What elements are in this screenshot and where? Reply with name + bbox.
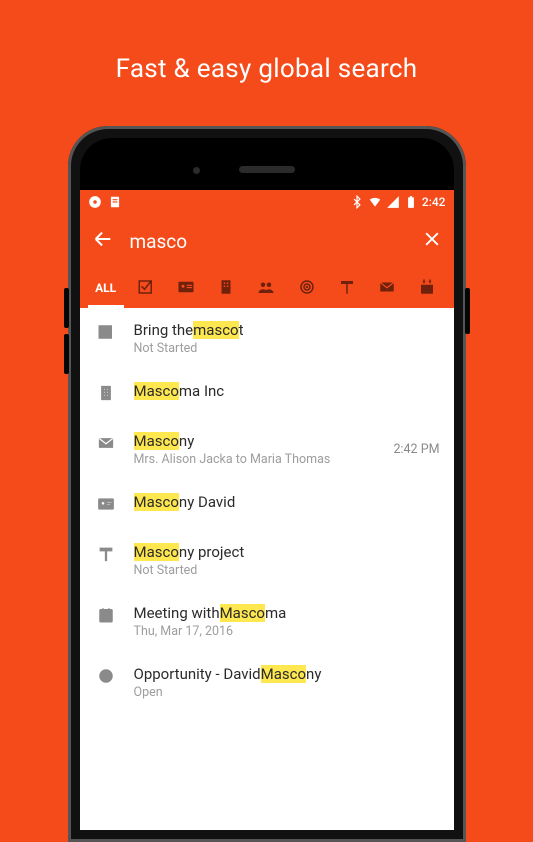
volume-down-button: [64, 334, 69, 374]
result-subtitle: Open: [134, 685, 440, 700]
phone-earpiece: [239, 166, 295, 173]
result-row[interactable]: Mascony David: [80, 480, 454, 530]
task-check-icon: [97, 323, 115, 345]
tab-calendar[interactable]: [407, 268, 447, 308]
phone-sensor: [193, 167, 200, 174]
screen: 2:42 masco ALL: [80, 190, 454, 830]
tab-accounts[interactable]: [206, 268, 246, 308]
task-check-icon: [137, 278, 155, 299]
result-title: Mascony project: [134, 543, 440, 561]
tab-tasks[interactable]: [126, 268, 166, 308]
notification-doc-icon: [108, 195, 122, 209]
tab-leads[interactable]: [246, 268, 286, 308]
target-icon: [97, 667, 115, 689]
result-row[interactable]: Opportunity - David Mascony Open: [80, 652, 454, 713]
tab-contacts[interactable]: [166, 268, 206, 308]
target-icon: [298, 278, 316, 299]
search-bar: masco: [80, 214, 454, 268]
building-icon: [97, 384, 115, 406]
mail-icon: [97, 434, 115, 456]
hammer-icon: [97, 545, 115, 567]
search-input[interactable]: masco: [130, 230, 406, 253]
people-icon: [257, 278, 275, 299]
phone-frame: 2:42 masco ALL: [68, 126, 466, 842]
notification-chat-icon: [88, 195, 102, 209]
result-subtitle: Not Started: [134, 341, 440, 356]
result-row[interactable]: Meeting with Mascoma Thu, Mar 17, 2016: [80, 591, 454, 652]
result-title: Mascony: [134, 432, 378, 450]
result-title: Mascoma Inc: [134, 382, 440, 400]
filter-tabs: ALL: [80, 268, 454, 308]
calendar-icon: [418, 278, 436, 299]
power-button: [465, 288, 470, 334]
back-button[interactable]: [92, 228, 114, 254]
tab-all-label: ALL: [95, 281, 116, 295]
result-row[interactable]: Mascony Mrs. Alison Jacka to Maria Thoma…: [80, 419, 454, 480]
status-time: 2:42: [422, 195, 446, 209]
tab-opportunities[interactable]: [287, 268, 327, 308]
result-row[interactable]: Mascoma Inc: [80, 369, 454, 419]
result-title: Meeting with Mascoma: [134, 604, 440, 622]
wifi-icon: [368, 195, 382, 209]
hero-title: Fast & easy global search: [116, 54, 418, 84]
calendar-icon: [97, 606, 115, 628]
result-list[interactable]: Bring the mascot Not Started Mascoma Inc: [80, 308, 454, 830]
volume-up-button: [64, 288, 69, 328]
building-icon: [217, 278, 235, 299]
result-row[interactable]: Mascony project Not Started: [80, 530, 454, 591]
battery-icon: [404, 195, 418, 209]
contact-card-icon: [177, 278, 195, 299]
hammer-icon: [338, 278, 356, 299]
result-subtitle: Thu, Mar 17, 2016: [134, 624, 440, 639]
tab-emails[interactable]: [367, 268, 407, 308]
result-subtitle: Not Started: [134, 563, 440, 578]
result-title: Mascony David: [134, 493, 440, 511]
result-row[interactable]: Bring the mascot Not Started: [80, 308, 454, 369]
tab-projects[interactable]: [327, 268, 367, 308]
result-subtitle: Mrs. Alison Jacka to Maria Thomas: [134, 452, 378, 467]
mail-icon: [378, 278, 396, 299]
status-bar: 2:42: [80, 190, 454, 214]
clear-search-button[interactable]: [422, 229, 442, 254]
contact-card-icon: [97, 495, 115, 517]
result-time: 2:42 PM: [393, 442, 439, 457]
tab-all[interactable]: ALL: [86, 268, 126, 308]
bluetooth-icon: [350, 195, 364, 209]
result-title: Bring the mascot: [134, 321, 440, 339]
signal-icon: [386, 195, 400, 209]
result-title: Opportunity - David Mascony: [134, 665, 440, 683]
